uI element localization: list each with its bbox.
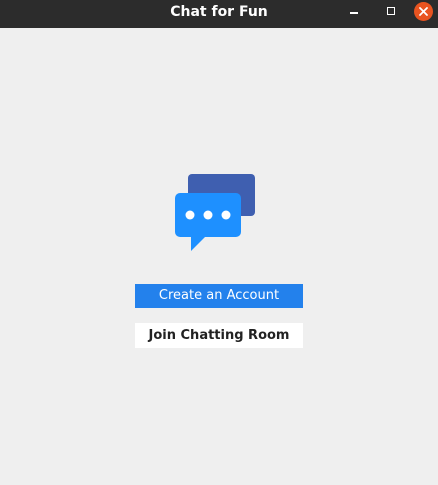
dot-3 xyxy=(221,210,231,220)
window-title: Chat for Fun xyxy=(170,4,268,20)
close-button[interactable] xyxy=(414,2,433,21)
maximize-icon xyxy=(387,7,395,15)
chat-bubbles-icon xyxy=(175,174,255,251)
create-account-button[interactable]: Create an Account xyxy=(135,284,303,308)
title-bar[interactable]: Chat for Fun xyxy=(0,0,438,28)
close-icon xyxy=(419,7,428,16)
bubble-tail xyxy=(191,236,206,251)
dot-1 xyxy=(185,210,195,220)
app-window: Chat for Fun Create an Account Join Chat… xyxy=(0,0,438,485)
join-chatting-room-button[interactable]: Join Chatting Room xyxy=(135,323,303,348)
maximize-button[interactable] xyxy=(382,3,400,21)
minimize-button[interactable] xyxy=(346,3,364,21)
dot-2 xyxy=(203,210,213,220)
minimize-icon xyxy=(350,12,358,14)
